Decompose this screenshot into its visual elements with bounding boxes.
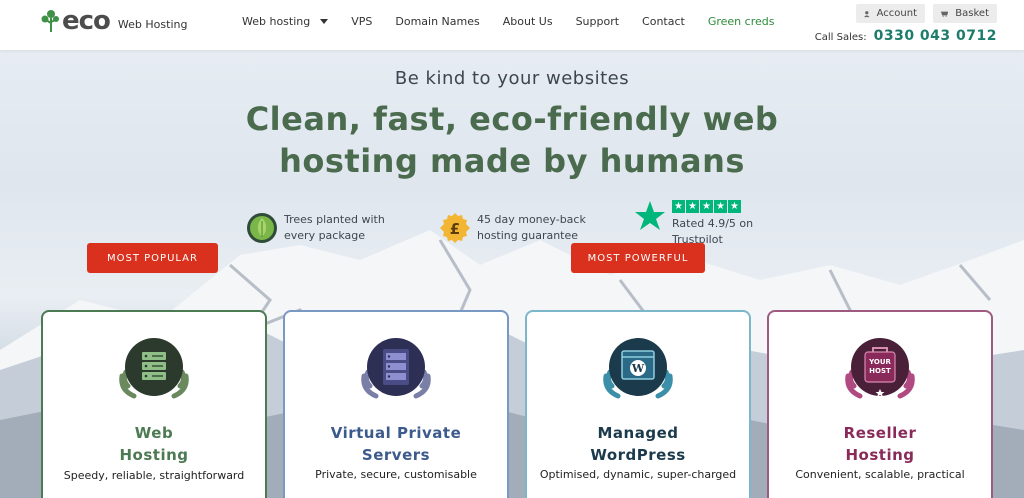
- card-title-line: Servers: [361, 446, 431, 464]
- card-title-line: Managed: [597, 424, 679, 442]
- card-subtitle: Convenient, scalable, practical: [795, 468, 965, 481]
- sales-label: Call Sales:: [814, 32, 867, 43]
- nav-label: Web hosting: [242, 15, 311, 28]
- caret-down-icon: [320, 19, 329, 24]
- hero-tagline: Be kind to your websites: [394, 68, 630, 89]
- logo-subtitle: Web Hosting: [117, 17, 188, 31]
- logo-wordmark: eco: [62, 6, 111, 36]
- feature-text: 45 day money-back hosting guarantee: [477, 212, 586, 244]
- card-subtitle: Optimised, dynamic, super-charged: [539, 468, 737, 481]
- star-icon: ★: [686, 200, 699, 213]
- nav-web-hosting[interactable]: Web hosting: [242, 15, 329, 28]
- sales-contact: Call Sales: 0330 043 0712: [815, 28, 997, 44]
- account-label: Account: [876, 8, 917, 19]
- pound-badge-icon: £: [440, 213, 470, 243]
- feature-text: ★ ★ ★ ★ ★ Rated 4.9/5 on Trustpilot: [672, 200, 753, 248]
- card-reseller-hosting[interactable]: YOUR HOST Reseller Hosting Convenient, s…: [767, 310, 993, 498]
- card-managed-wordpress[interactable]: W Managed WordPress Optimised, dynamic, …: [525, 310, 751, 498]
- ribbon-most-powerful: MOST POWERFUL: [571, 243, 705, 273]
- basket-label: Basket: [955, 8, 989, 19]
- basket-icon: [941, 11, 949, 17]
- card-title-line: WordPress: [590, 446, 686, 464]
- feature-trustpilot[interactable]: ★ ★ ★ ★ ★ Rated 4.9/5 on Trustpilot: [634, 200, 753, 248]
- feature-line: hosting guarantee: [477, 229, 579, 242]
- svg-text:£: £: [450, 220, 460, 238]
- star-icon: ★: [714, 200, 727, 213]
- feature-line: Rated 4.9/5 on: [672, 217, 754, 230]
- card-title: Web Hosting: [43, 422, 265, 466]
- icon-text-your: YOUR: [868, 358, 891, 366]
- card-title: Virtual Private Servers: [285, 422, 507, 466]
- card-subtitle: Private, secure, customisable: [315, 468, 477, 481]
- user-icon: [864, 10, 870, 17]
- vps-server-icon: [361, 338, 431, 399]
- card-web-hosting[interactable]: Web Hosting Speedy, reliable, straightfo…: [41, 310, 267, 498]
- card-title-line: Web: [134, 424, 174, 442]
- hero-headline: Clean, fast, eco-friendly web hosting ma…: [245, 100, 779, 180]
- ribbon-most-popular: MOST POPULAR: [87, 243, 218, 273]
- star-icon: ★: [728, 200, 741, 213]
- tree-badge-icon: [247, 213, 277, 243]
- card-title-line: Virtual Private: [330, 424, 462, 442]
- server-stack-icon: [119, 338, 189, 399]
- sales-phone-link[interactable]: 0330 043 0712: [874, 28, 997, 44]
- nav-contact[interactable]: Contact: [642, 15, 685, 28]
- card-title-line: Hosting: [119, 446, 189, 464]
- card-title: Managed WordPress: [527, 422, 749, 466]
- leaf-icon: [41, 10, 59, 32]
- card-vps[interactable]: Virtual Private Servers Private, secure,…: [283, 310, 509, 498]
- site-header: eco Web Hosting Web hosting VPS Domain N…: [0, 0, 1024, 50]
- star-icon: ★: [672, 200, 685, 213]
- feature-line: 45 day money-back: [477, 213, 586, 226]
- account-button[interactable]: Account: [856, 4, 925, 23]
- site-logo[interactable]: eco Web Hosting: [40, 6, 187, 36]
- wordpress-browser-icon: W: [603, 338, 673, 399]
- feature-trees: Trees planted with every package: [246, 212, 385, 244]
- star-icon: ★: [700, 200, 713, 213]
- nav-support[interactable]: Support: [576, 15, 619, 28]
- svg-text:W: W: [631, 362, 645, 375]
- card-title-line: Hosting: [845, 446, 915, 464]
- nav-green-creds[interactable]: Green creds: [708, 15, 775, 28]
- feature-guarantee: £ 45 day money-back hosting guarantee: [439, 212, 586, 244]
- card-title: Reseller Hosting: [769, 422, 991, 466]
- nav-about-us[interactable]: About Us: [503, 15, 553, 28]
- basket-button[interactable]: Basket: [933, 4, 997, 23]
- nav-vps[interactable]: VPS: [351, 15, 372, 28]
- feature-text: Trees planted with every package: [284, 212, 385, 244]
- feature-line: every package: [284, 229, 366, 242]
- your-host-bag-icon: YOUR HOST: [845, 338, 915, 399]
- trustpilot-star-icon: [635, 201, 665, 230]
- nav-domain-names[interactable]: Domain Names: [395, 15, 479, 28]
- trustpilot-stars: ★ ★ ★ ★ ★: [672, 200, 753, 213]
- main-nav: Web hosting VPS Domain Names About Us Su…: [242, 15, 797, 28]
- feature-line: Trees planted with: [284, 213, 385, 226]
- card-subtitle: Speedy, reliable, straightforward: [63, 469, 245, 482]
- icon-text-host: HOST: [869, 367, 891, 375]
- card-title-line: Reseller: [843, 424, 917, 442]
